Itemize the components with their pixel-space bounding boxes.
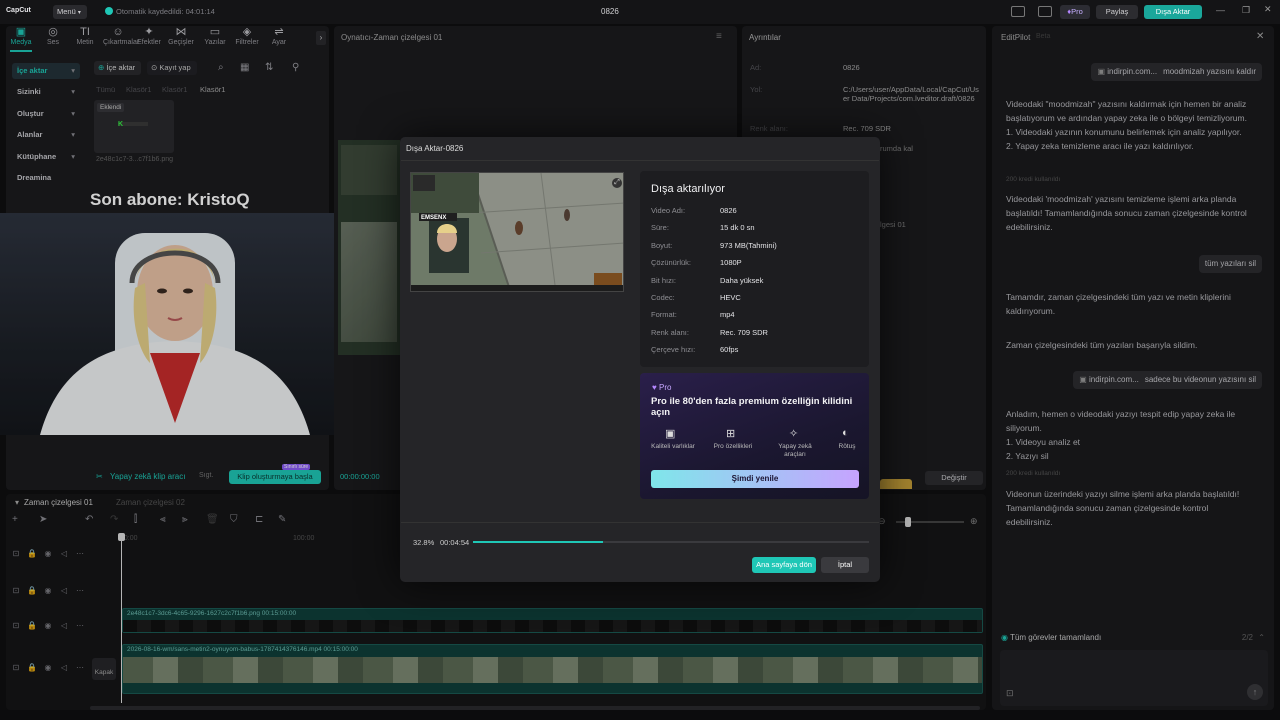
project-title: 0826	[601, 7, 619, 16]
progress-time: 00:04:54	[440, 538, 470, 547]
feature-label: Pro özellikleri	[713, 443, 753, 450]
diamond-icon: ♥	[652, 383, 657, 392]
export-info-value: 973 MB(Tahmini)	[720, 240, 777, 250]
export-info-value: Rec. 709 SDR	[720, 327, 768, 337]
progress-track	[473, 541, 869, 543]
feature-label: Yapay zekâ araçları	[778, 443, 812, 458]
renew-label: Şimdi yenile	[731, 474, 779, 483]
home-button[interactable]: Ana sayfaya dön	[752, 557, 816, 573]
feature-label: Kaliteli varlıklar	[651, 443, 695, 450]
export-info-value: HEVC	[720, 293, 741, 302]
export-info-key: Çözünürlük:	[651, 258, 692, 268]
export-info-key: Renk alanı:	[651, 327, 689, 337]
export-info-key: Video Adı:	[651, 206, 686, 215]
cancel-label: İptal	[837, 560, 853, 569]
renew-button[interactable]: Şimdi yenile	[651, 470, 859, 488]
export-label: Dışa Aktar	[1155, 7, 1191, 16]
export-info-value: 0826	[720, 206, 737, 215]
export-button[interactable]: Dışa Aktar	[1144, 5, 1202, 19]
export-info-value: 60fps	[720, 345, 739, 355]
quality-assets-icon: ▣	[665, 428, 676, 440]
export-preview-image: EMSENX	[411, 173, 623, 291]
export-info-value: 15 dk 0 sn	[720, 223, 755, 233]
autosave-status: Otomatik kaydedildi: 04:01:14	[116, 7, 215, 16]
close-window-icon[interactable]: ✕	[1264, 4, 1272, 15]
layout-icon[interactable]	[1011, 6, 1025, 17]
feature-label: Rötuş	[838, 443, 856, 450]
title-bar: CapCut Menü ▾ Otomatik kaydedildi: 04:01…	[0, 0, 1280, 24]
dialog-divider	[401, 160, 879, 161]
cancel-button[interactable]: İptal	[821, 557, 869, 573]
pro-features-icon: ⊞	[726, 428, 736, 440]
maximize-icon[interactable]: ❐	[1242, 5, 1250, 16]
progress-percent: 32.8%	[413, 538, 435, 547]
progress-fill	[473, 541, 603, 543]
export-info-key: Süre:	[651, 223, 669, 233]
pro-upsell-text: Pro ile 80'den fazla premium özelliğin k…	[651, 396, 853, 418]
pro-upsell-badge: ♥ Pro	[652, 383, 671, 392]
export-info-value: mp4	[720, 310, 735, 320]
home-label: Ana sayfaya dön	[756, 560, 812, 569]
menu-button[interactable]: Menü ▾	[53, 5, 87, 19]
pro-badge[interactable]: ♦Pro	[1060, 5, 1090, 19]
export-status: Dışa aktarılıyor	[651, 183, 725, 195]
autosave-icon	[105, 7, 113, 15]
export-info-value: Daha yüksek	[720, 275, 764, 285]
pro-badge-label: Pro	[1071, 7, 1083, 16]
minimize-icon[interactable]: —	[1216, 5, 1225, 15]
svg-text:EMSENX: EMSENX	[421, 215, 446, 221]
app-logo: CapCut	[6, 7, 31, 14]
export-info-key: Codec:	[651, 293, 675, 302]
ai-tools-icon: ✧	[789, 428, 799, 440]
export-info-key: Bit hızı:	[651, 275, 677, 285]
export-preview: EMSENX	[410, 172, 624, 292]
export-info-key: Boyut:	[651, 240, 673, 250]
shortcut-icon[interactable]	[1038, 6, 1052, 17]
export-info-key: Çerçeve hızı:	[651, 345, 696, 355]
share-label: Paylaş	[1105, 7, 1129, 16]
export-info-box	[640, 171, 869, 367]
menu-label: Menü	[57, 7, 76, 16]
export-dialog-title: Dışa Aktar-0826	[406, 144, 464, 153]
dialog-divider	[401, 522, 879, 523]
pro-upsell-label: Pro	[658, 383, 672, 392]
preview-fullscreen-icon[interactable]: ⤢	[612, 178, 622, 188]
export-info-key: Format:	[651, 310, 677, 320]
export-info-value: 1080P	[720, 258, 742, 268]
retouch-icon: ◐	[842, 427, 849, 439]
share-button[interactable]: Paylaş	[1096, 5, 1138, 19]
